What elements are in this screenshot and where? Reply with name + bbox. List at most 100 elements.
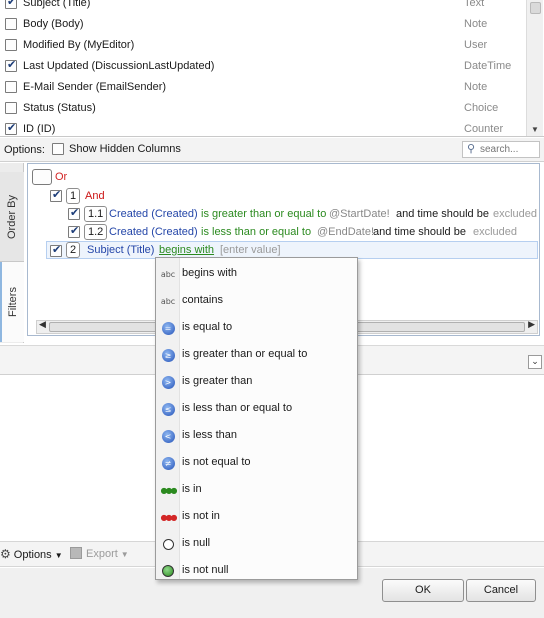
equal-icon: = <box>161 321 175 335</box>
column-row[interactable]: E-Mail Sender (EmailSender) Note <box>0 77 524 98</box>
menu-item-is-greater-than-or-equal-to[interactable]: ≥ is greater than or equal to <box>156 341 357 366</box>
condition-tail: and time should be <box>396 208 489 220</box>
scrollbar-thumb[interactable] <box>530 2 541 14</box>
scroll-right-arrow-icon[interactable]: ▶ <box>528 320 535 330</box>
search-icon: ⚲ <box>467 142 476 155</box>
column-row[interactable]: Last Updated (DiscussionLastUpdated) Dat… <box>0 56 524 77</box>
tab-filters[interactable]: Filters <box>0 262 24 342</box>
not-in-icon-glyph: ●●● <box>160 512 178 522</box>
group-number: 1 <box>66 188 81 204</box>
menu-item-contains[interactable]: abc contains <box>156 287 357 312</box>
greater-equal-icon: ≥ <box>161 348 175 362</box>
column-type: DateTime <box>464 60 512 72</box>
menu-item-label: is not null <box>182 564 229 576</box>
root-or-operator[interactable]: Or <box>55 171 67 183</box>
column-type: Choice <box>464 102 499 114</box>
collapse-chevron-icon[interactable]: ⌄ <box>528 355 542 369</box>
menu-item-is-not-equal-to[interactable]: ≠ is not equal to <box>156 449 357 474</box>
menu-item-label: is not equal to <box>182 456 251 468</box>
not-null-ball <box>162 565 174 577</box>
menu-item-is-equal-to[interactable]: = is equal to <box>156 314 357 339</box>
column-checkbox[interactable] <box>5 39 17 51</box>
condition-checkbox[interactable] <box>68 206 80 220</box>
menu-item-label: is in <box>182 483 202 495</box>
show-hidden-columns-label[interactable]: Show Hidden Columns <box>69 143 181 155</box>
not-in-icon: ●●● <box>160 510 178 524</box>
condition-parameter[interactable]: @StartDate! <box>329 208 390 220</box>
condition-checkbox[interactable] <box>68 224 80 238</box>
column-checkbox[interactable] <box>5 18 17 30</box>
menu-item-label: begins with <box>182 267 238 279</box>
menu-item-is-greater-than[interactable]: > is greater than <box>156 368 357 393</box>
scroll-down-arrow-icon[interactable]: ▼ <box>531 125 539 134</box>
export-menu-button[interactable]: Export ▼ <box>70 547 129 560</box>
column-row[interactable]: Body (Body) Note <box>0 14 524 35</box>
filter-condition-row[interactable]: 1.2 Created (Created) is less than or eq… <box>68 223 538 241</box>
null-icon <box>161 537 175 551</box>
not-equal-icon: ≠ <box>161 456 175 470</box>
less-equal-icon-glyph: ≤ <box>161 402 175 416</box>
greater-equal-icon-glyph: ≥ <box>161 348 175 362</box>
column-row[interactable]: Status (Status) Choice <box>0 98 524 119</box>
menu-item-label: is equal to <box>182 321 233 333</box>
search-box[interactable]: ⚲ <box>462 141 540 158</box>
menu-item-is-not-in[interactable]: ●●● is not in <box>156 503 357 528</box>
options-menu-button[interactable]: ⚙ Options ▼ <box>0 547 63 561</box>
column-row[interactable]: Modified By (MyEditor) User <box>0 35 524 56</box>
menu-item-is-less-than[interactable]: < is less than <box>156 422 357 447</box>
condition-excluded[interactable]: excluded <box>473 226 517 238</box>
in-icon-glyph: ●●● <box>160 485 178 495</box>
group-checkbox[interactable] <box>50 188 62 202</box>
menu-item-is-not-null[interactable]: is not null <box>156 557 357 582</box>
menu-item-label: is greater than <box>182 375 253 387</box>
dropdown-arrow-icon: ▼ <box>120 550 129 559</box>
condition-excluded[interactable]: excluded <box>493 208 537 220</box>
column-name: E-Mail Sender (EmailSender) <box>23 81 167 93</box>
column-name: Modified By (MyEditor) <box>23 39 135 51</box>
column-name: Subject (Title) <box>23 0 91 9</box>
column-checkbox[interactable] <box>5 81 17 93</box>
group-and-operator[interactable]: And <box>85 190 105 202</box>
column-row[interactable]: Subject (Title) Text <box>0 0 524 14</box>
search-input[interactable] <box>480 143 538 156</box>
column-checkbox[interactable] <box>5 0 17 9</box>
filter-group-row[interactable]: 1 And <box>50 187 250 205</box>
scroll-left-arrow-icon[interactable]: ◀ <box>39 320 46 330</box>
operator-dropdown-menu: abc begins with abc contains = is equal … <box>155 257 358 580</box>
menu-item-is-less-than-or-equal-to[interactable]: ≤ is less than or equal to <box>156 395 357 420</box>
condition-operator[interactable]: begins with <box>159 244 214 256</box>
menu-item-is-in[interactable]: ●●● is in <box>156 476 357 501</box>
filter-root-row[interactable]: Or <box>32 168 152 186</box>
column-type: Note <box>464 18 488 30</box>
abc-icon-glyph: abc <box>160 296 176 306</box>
column-list-scrollbar[interactable]: ▼ <box>526 0 543 136</box>
column-type: Note <box>464 81 488 93</box>
menu-item-label: is not in <box>182 510 220 522</box>
condition-number: 1.2 <box>84 224 108 240</box>
show-hidden-columns-checkbox[interactable] <box>52 143 64 155</box>
column-row[interactable]: ID (ID) Counter <box>0 119 524 136</box>
column-checkbox[interactable] <box>5 121 17 135</box>
cancel-button[interactable]: Cancel <box>466 579 536 602</box>
filter-condition-row[interactable]: 1.1 Created (Created) is greater than or… <box>68 205 538 223</box>
column-checkbox[interactable] <box>5 102 17 114</box>
condition-operator[interactable]: is less than or equal to <box>201 226 311 238</box>
condition-field[interactable]: Created (Created) <box>109 226 198 238</box>
menu-item-begins-with[interactable]: abc begins with <box>156 260 357 285</box>
ok-button[interactable]: OK <box>382 579 464 602</box>
tab-order-by[interactable]: Order By <box>0 172 24 262</box>
column-name: Status (Status) <box>23 102 96 114</box>
condition-field[interactable]: Subject (Title) <box>87 244 154 256</box>
root-group-box[interactable] <box>32 169 52 185</box>
menu-item-is-null[interactable]: is null <box>156 530 357 555</box>
column-checkbox[interactable] <box>5 58 17 72</box>
condition-parameter[interactable]: @EndDate! <box>317 226 374 238</box>
condition-operator[interactable]: is greater than or equal to <box>201 208 326 220</box>
condition-checkbox[interactable] <box>50 243 62 257</box>
dropdown-arrow-icon: ▼ <box>54 551 63 560</box>
condition-field[interactable]: Created (Created) <box>109 208 198 220</box>
null-ring <box>162 538 174 550</box>
abc-icon-glyph: abc <box>160 269 176 279</box>
column-name: Body (Body) <box>23 18 84 30</box>
condition-value-placeholder[interactable]: [enter value] <box>220 244 281 256</box>
